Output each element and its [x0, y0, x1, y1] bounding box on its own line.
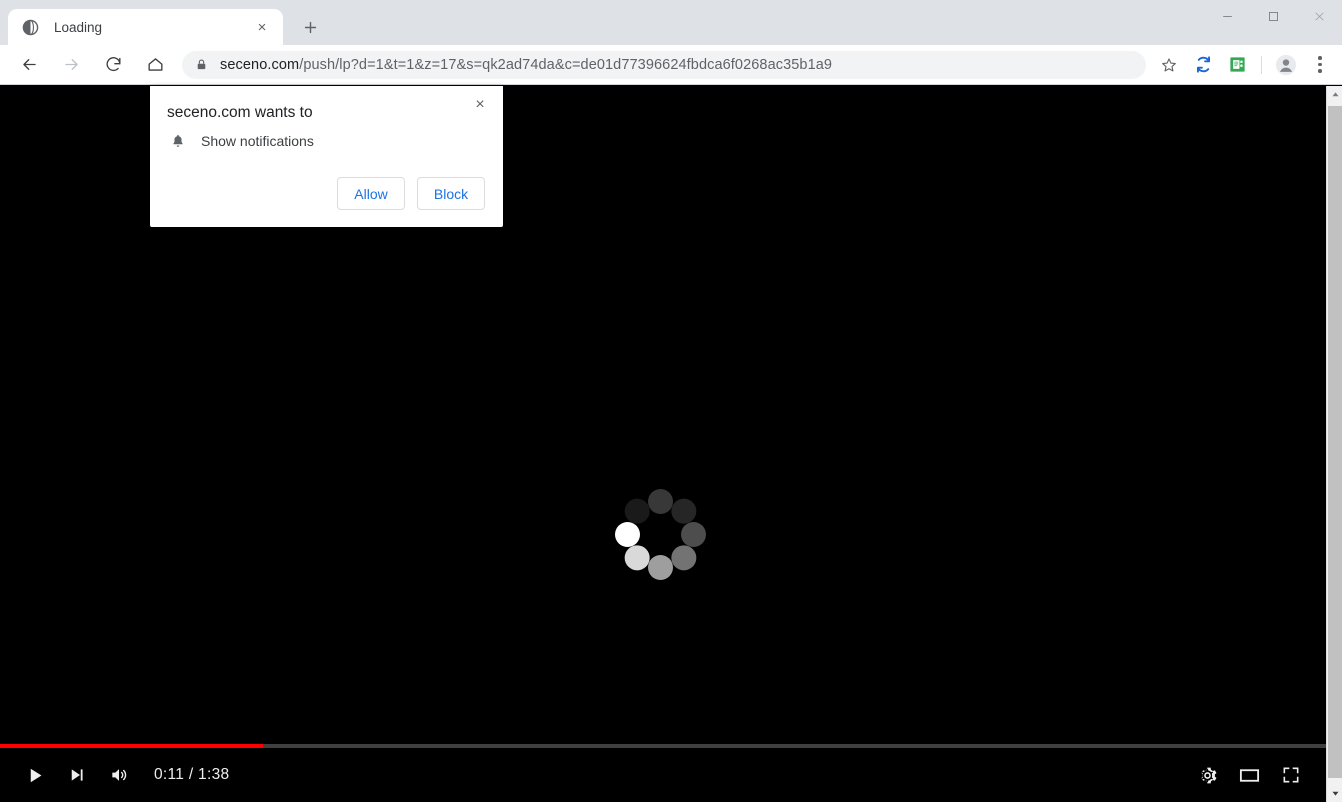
lock-icon[interactable] [188, 54, 214, 76]
spinner-dot [680, 521, 706, 547]
star-icon[interactable] [1154, 50, 1184, 80]
allow-button[interactable]: Allow [337, 177, 405, 210]
spinner-dot [647, 488, 673, 514]
menu-dot [1318, 62, 1322, 67]
minimize-button[interactable] [1204, 0, 1250, 32]
fullscreen-icon[interactable] [1270, 754, 1312, 796]
globe-icon [22, 19, 39, 36]
dialog-close-icon[interactable]: × [467, 92, 493, 118]
scroll-up-arrow-icon[interactable] [1327, 86, 1342, 103]
spinner-dot [614, 521, 640, 547]
tab-strip: Loading × [0, 0, 1342, 45]
theater-mode-icon[interactable] [1228, 754, 1270, 796]
video-control-row: 0:11 / 1:38 [0, 748, 1326, 802]
address-bar[interactable]: seceno.com/push/lp?d=1&t=1&z=17&s=qk2ad7… [182, 50, 1146, 79]
url-path: /push/lp?d=1&t=1&z=17&s=qk2ad74da&c=de01… [299, 56, 833, 73]
home-button[interactable] [140, 50, 170, 80]
spinner-dot [624, 498, 650, 524]
close-window-button[interactable] [1296, 0, 1342, 32]
video-right-controls [1186, 754, 1312, 796]
spinner-dot [670, 544, 696, 570]
spinner-dot [670, 498, 696, 524]
settings-gear-icon[interactable] [1186, 754, 1228, 796]
url-text: seceno.com/push/lp?d=1&t=1&z=17&s=qk2ad7… [220, 57, 832, 73]
page-scrollbar[interactable] [1326, 86, 1342, 802]
window-controls [1204, 0, 1342, 45]
three-dot-menu-icon[interactable] [1306, 50, 1334, 80]
maximize-button[interactable] [1250, 0, 1296, 32]
browser-window: Loading × seceno.com/push/lp?d=1&t=1&z=1… [0, 0, 1342, 802]
loading-spinner-icon [614, 488, 706, 580]
video-player-controls: 0:11 / 1:38 [0, 744, 1326, 802]
browser-toolbar: seceno.com/push/lp?d=1&t=1&z=17&s=qk2ad7… [0, 45, 1342, 85]
forward-button [56, 50, 86, 80]
next-button[interactable] [56, 754, 98, 796]
notification-permission-dialog: × seceno.com wants to Show notifications… [150, 86, 503, 227]
toolbar-divider [1261, 55, 1262, 74]
reload-button[interactable] [98, 50, 128, 80]
new-tab-button[interactable] [295, 12, 325, 42]
volume-button[interactable] [98, 754, 140, 796]
spinner-dot [647, 554, 673, 580]
dialog-title: seceno.com wants to [167, 104, 313, 121]
tab-title: Loading [54, 19, 103, 35]
video-time-display: 0:11 / 1:38 [154, 766, 230, 783]
block-button[interactable]: Block [417, 177, 485, 210]
menu-dot [1318, 69, 1322, 73]
sync-extension-icon[interactable] [1189, 51, 1217, 79]
scrollbar-thumb[interactable] [1328, 106, 1342, 778]
menu-dot [1318, 56, 1322, 60]
avatar-icon[interactable] [1271, 50, 1301, 80]
browser-tab[interactable]: Loading × [8, 9, 283, 45]
url-host: seceno.com [220, 56, 300, 73]
back-button[interactable] [14, 50, 44, 80]
spinner-dot [624, 544, 650, 570]
bell-icon [167, 133, 189, 149]
dialog-actions: Allow Block [337, 177, 485, 210]
permission-row: Show notifications [167, 133, 314, 149]
scroll-down-arrow-icon[interactable] [1327, 785, 1342, 802]
document-extension-icon[interactable] [1223, 51, 1251, 79]
tab-close-icon[interactable]: × [251, 16, 273, 38]
permission-label: Show notifications [201, 133, 314, 149]
play-button[interactable] [14, 754, 56, 796]
